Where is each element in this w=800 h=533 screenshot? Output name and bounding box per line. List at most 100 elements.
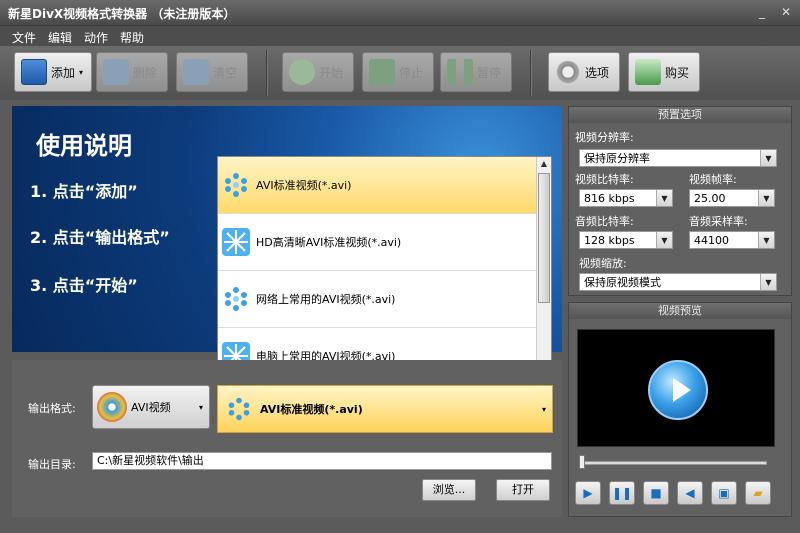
stop-label: 停止 xyxy=(399,65,424,80)
video-bitrate-select[interactable]: 816 kbps ▼ xyxy=(579,189,673,207)
play-icon[interactable] xyxy=(648,360,708,420)
volume-button[interactable]: ◀ xyxy=(677,481,703,505)
pause-button[interactable]: 暂停 xyxy=(440,52,512,92)
snapshot-button[interactable]: ▣ xyxy=(711,481,737,505)
pause-icon: ❚❚ xyxy=(611,486,633,500)
seek-bar[interactable] xyxy=(581,461,767,465)
format-select-value: AVI标准视频(*.avi) xyxy=(260,403,363,416)
pause-button-preview[interactable]: ❚❚ xyxy=(609,481,635,505)
play-icon: ▶ xyxy=(583,486,593,500)
clear-label: 清空 xyxy=(213,65,238,80)
scroll-thumb[interactable] xyxy=(538,173,550,303)
menu-file[interactable]: 文件 xyxy=(6,26,42,46)
stop-icon: ■ xyxy=(650,486,662,500)
dots-icon xyxy=(228,397,250,421)
presets-header: 预置选项 xyxy=(569,107,791,123)
menu-edit[interactable]: 编辑 xyxy=(42,26,78,46)
preview-header: 视频预览 xyxy=(569,303,791,319)
delete-label: 删除 xyxy=(133,65,158,80)
start-button[interactable]: 开始 xyxy=(282,52,354,92)
menu-help[interactable]: 帮助 xyxy=(114,26,150,46)
resolution-value: 保持原分辨率 xyxy=(584,152,650,165)
zoom-select[interactable]: 保持原视频模式 ▼ xyxy=(579,273,777,291)
list-scrollbar[interactable]: ▲ ▼ xyxy=(536,157,551,383)
film-clear-icon xyxy=(183,59,209,85)
framerate-select[interactable]: 25.00 ▼ xyxy=(689,189,775,207)
open-button[interactable]: 打开 xyxy=(496,479,550,501)
toolbar-separator xyxy=(530,50,532,96)
format-option[interactable]: 网络上常用的AVI视频(*.avi) xyxy=(218,271,538,328)
buy-label: 购买 xyxy=(665,65,690,80)
start-label: 开始 xyxy=(319,65,344,80)
preview-panel: 视频预览 ▶ ❚❚ ■ ◀ ▣ ▰ xyxy=(568,302,792,517)
audio-bitrate-value: 128 kbps xyxy=(584,233,635,247)
zoom-value: 保持原视频模式 xyxy=(584,276,661,289)
chevron-down-icon: ▼ xyxy=(656,232,672,248)
camera-icon: ▣ xyxy=(718,486,730,500)
resolution-label: 视频分辨率: xyxy=(575,131,634,144)
framerate-value: 25.00 xyxy=(694,191,726,205)
video-bitrate-label: 视频比特率: xyxy=(575,173,634,186)
options-button[interactable]: 选项 xyxy=(548,52,620,92)
dots-icon xyxy=(225,173,247,197)
framerate-label: 视频帧率: xyxy=(689,173,737,186)
zoom-label: 视频缩放: xyxy=(579,257,627,270)
seek-handle[interactable] xyxy=(579,455,585,469)
chevron-down-icon: ▾ xyxy=(541,404,546,414)
format-option[interactable]: AVI标准视频(*.avi) xyxy=(218,157,538,214)
output-format-label: 输出格式: xyxy=(28,402,76,415)
dots-icon xyxy=(225,287,247,311)
stop-button-preview[interactable]: ■ xyxy=(643,481,669,505)
toolbar-separator xyxy=(266,50,268,96)
chevron-down-icon: ▼ xyxy=(656,190,672,206)
audio-bitrate-label: 音频比特率: xyxy=(575,215,634,228)
chevron-down-icon: ▼ xyxy=(758,232,774,248)
output-dir-field[interactable]: C:\新星视频软件\输出 xyxy=(92,452,552,470)
folder-button[interactable]: ▰ xyxy=(745,481,771,505)
instruction-step-1: 1. 点击“添加” xyxy=(30,182,138,201)
chevron-down-icon: ▼ xyxy=(760,150,776,166)
cart-icon xyxy=(635,59,661,85)
samplerate-label: 音频采样率: xyxy=(689,215,748,228)
gear-icon xyxy=(555,59,581,85)
film-add-icon xyxy=(21,59,47,85)
chevron-down-icon: ▼ xyxy=(760,274,776,290)
audio-bitrate-select[interactable]: 128 kbps ▼ xyxy=(579,231,673,249)
buy-button[interactable]: 购买 xyxy=(628,52,700,92)
options-label: 选项 xyxy=(585,65,610,80)
stop-button[interactable]: 停止 xyxy=(362,52,434,92)
output-dir-label: 输出目录: xyxy=(28,458,76,471)
speaker-icon: ◀ xyxy=(685,486,695,500)
format-option[interactable]: HD高清晰AVI标准视频(*.avi) xyxy=(218,214,538,271)
add-label: 添加 xyxy=(51,65,76,80)
format-dropdown-list[interactable]: AVI标准视频(*.avi) HD高清晰AVI标准视频(*.avi) 网络上常用… xyxy=(217,156,552,384)
delete-button[interactable]: 删除 xyxy=(96,52,168,92)
samplerate-select[interactable]: 44100 ▼ xyxy=(689,231,775,249)
minimize-button[interactable]: _ xyxy=(752,3,772,21)
browse-button[interactable]: 浏览... xyxy=(422,479,476,501)
menu-bar: 文件 编辑 动作 帮助 xyxy=(0,26,800,46)
scroll-up-icon[interactable]: ▲ xyxy=(537,157,551,171)
clear-button[interactable]: 清空 xyxy=(176,52,248,92)
resolution-select[interactable]: 保持原分辨率 ▼ xyxy=(579,149,777,167)
preview-screen xyxy=(577,329,775,447)
format-type-button[interactable]: AVI视频 ▾ xyxy=(92,385,210,429)
chevron-down-icon: ▾ xyxy=(198,402,203,412)
instructions-title: 使用说明 xyxy=(36,132,132,160)
folder-icon: ▰ xyxy=(753,486,763,500)
window-title: 新星DivX视频格式转换器 （未注册版本） xyxy=(8,7,236,21)
format-option-label: HD高清晰AVI标准视频(*.avi) xyxy=(256,236,402,249)
pause-icon xyxy=(447,59,473,85)
play-button[interactable]: ▶ xyxy=(575,481,601,505)
title-bar: 新星DivX视频格式转换器 （未注册版本） _ ✕ xyxy=(0,0,800,26)
format-option-label: 网络上常用的AVI视频(*.avi) xyxy=(256,293,396,306)
instruction-step-3: 3. 点击“开始” xyxy=(30,276,138,295)
close-button[interactable]: ✕ xyxy=(776,3,796,21)
output-panel: 输出格式: AVI视频 ▾ AVI标准视频(*.avi) ▾ 输出目录: C:\… xyxy=(12,360,562,517)
stop-icon xyxy=(369,59,395,85)
pause-label: 暂停 xyxy=(477,65,502,80)
format-select[interactable]: AVI标准视频(*.avi) ▾ xyxy=(217,385,553,433)
add-button[interactable]: 添加 ▾ xyxy=(14,52,92,92)
menu-action[interactable]: 动作 xyxy=(78,26,114,46)
format-option-label: AVI标准视频(*.avi) xyxy=(256,179,352,192)
